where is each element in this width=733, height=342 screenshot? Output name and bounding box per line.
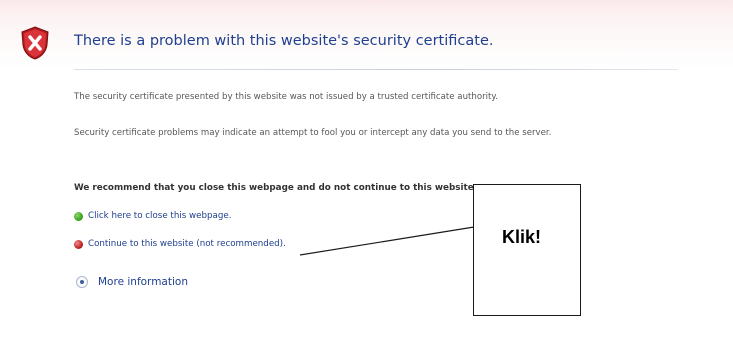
- callout-text: Klik!: [502, 227, 542, 247]
- certificate-error-page: There is a problem with this website's s…: [0, 0, 733, 342]
- callout-box: Klik!: [473, 184, 581, 316]
- callout-pointer-line: [299, 226, 475, 256]
